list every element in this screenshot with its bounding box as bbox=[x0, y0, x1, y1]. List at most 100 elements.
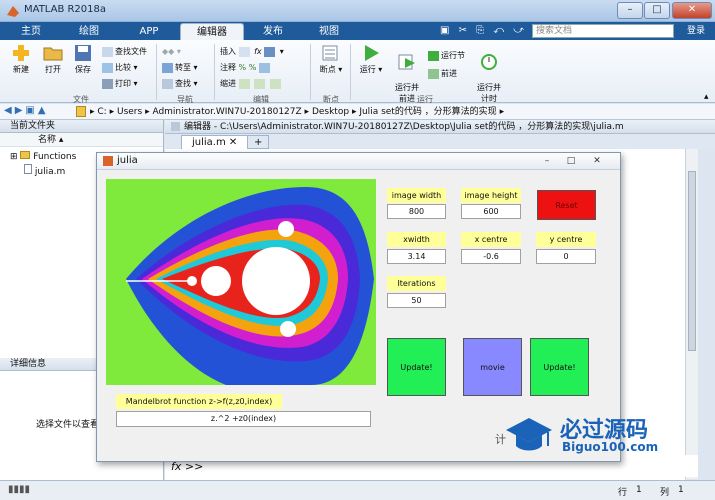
ribbon-collapse-icon[interactable]: ▴ bbox=[704, 92, 709, 102]
indent-button[interactable]: 缩进 bbox=[220, 78, 283, 90]
comment-button[interactable]: 注释 % % bbox=[220, 62, 272, 74]
update-button-right[interactable]: Update! bbox=[530, 338, 589, 396]
julia-title-bar: julia – □ ✕ bbox=[97, 153, 620, 170]
save-label: 保存 bbox=[75, 65, 91, 74]
compare-icon bbox=[102, 62, 113, 73]
mandelbrot-image bbox=[106, 179, 376, 385]
minimize-button[interactable]: – bbox=[617, 2, 643, 19]
breadcrumb-separator: ▸ bbox=[109, 107, 117, 117]
section-file: 文件 bbox=[73, 95, 89, 104]
print-label: 打印 bbox=[115, 79, 131, 88]
julia-minimize-button[interactable]: – bbox=[537, 155, 557, 168]
tab-editor[interactable]: 编辑器 bbox=[180, 23, 244, 40]
movie-button[interactable]: movie bbox=[463, 338, 522, 396]
x-centre-field[interactable]: -0.6 bbox=[461, 249, 521, 264]
scrollbar-thumb[interactable] bbox=[688, 171, 696, 351]
indent-label: 缩进 bbox=[220, 79, 236, 88]
find-icon bbox=[162, 78, 173, 89]
julia-maximize-button[interactable]: □ bbox=[561, 155, 581, 168]
find-label: 查找 bbox=[175, 79, 191, 88]
image-width-field[interactable]: 800 bbox=[387, 204, 446, 219]
tab-plots[interactable]: 绘图 bbox=[62, 23, 116, 40]
status-bar: ▮▮▮▮ 行 1 列 1 bbox=[0, 480, 715, 500]
nav-arrows-icon[interactable]: ◀▶▣▲ bbox=[4, 105, 49, 116]
breadcrumb-item[interactable]: Desktop bbox=[312, 107, 349, 117]
new-plus-icon bbox=[13, 45, 29, 61]
breadcrumb-item[interactable]: Users bbox=[117, 107, 142, 117]
details-text: 选择文件以查看 bbox=[36, 420, 100, 430]
find-files-button[interactable]: 查找文件 bbox=[102, 46, 147, 58]
breakpoint-button[interactable]: 断点 ▾ bbox=[314, 44, 348, 75]
tab-publish[interactable]: 发布 bbox=[248, 23, 298, 40]
breadcrumb-item[interactable]: Julia set的代码 ，分形算法的实现 bbox=[359, 107, 496, 117]
save-icon bbox=[75, 45, 91, 61]
ribbon-divider bbox=[214, 44, 215, 100]
open-button[interactable]: 打开 bbox=[36, 44, 70, 75]
close-button[interactable]: ✕ bbox=[672, 2, 712, 19]
update-button-left[interactable]: Update! bbox=[387, 338, 446, 396]
app-title: MATLAB R2018a bbox=[24, 4, 107, 15]
open-label: 打开 bbox=[45, 65, 61, 74]
add-tab-button[interactable]: + bbox=[247, 135, 270, 149]
run-time-label: 运行并 计时 bbox=[477, 83, 501, 103]
breadcrumb-item[interactable]: Administrator.WIN7U-20180127Z bbox=[152, 107, 301, 117]
tab-close-icon[interactable]: ✕ bbox=[229, 137, 237, 148]
expand-icon[interactable]: ⊞ bbox=[10, 152, 18, 162]
find-button[interactable]: 查找 ▾ bbox=[162, 78, 198, 90]
y-centre-field[interactable]: 0 bbox=[536, 249, 596, 264]
file-m-icon bbox=[24, 164, 32, 174]
insert-button[interactable]: 插入 fx ▾ bbox=[220, 46, 284, 58]
run-section-button[interactable]: 运行节 bbox=[428, 50, 465, 62]
folder-icon bbox=[20, 151, 31, 159]
breakpoint-icon bbox=[322, 45, 338, 61]
run-and-time-button[interactable]: 运行并 计时 bbox=[472, 44, 506, 104]
iterations-label: Iterations bbox=[387, 276, 446, 291]
run-time-icon bbox=[481, 54, 497, 70]
print-icon bbox=[102, 78, 113, 89]
tab-home[interactable]: 主页 bbox=[6, 23, 56, 40]
save-button[interactable]: 保存 bbox=[66, 44, 100, 75]
matlab-logo-icon bbox=[7, 6, 19, 17]
column-header-name[interactable]: 名称 ▴ bbox=[0, 133, 163, 147]
run-section-label: 运行节 bbox=[441, 51, 465, 60]
julia-close-button[interactable]: ✕ bbox=[587, 155, 607, 168]
item-name: julia.m bbox=[34, 167, 66, 177]
breadcrumb-item[interactable]: C: bbox=[97, 107, 106, 117]
goto-button[interactable]: 转至 ▾ bbox=[162, 62, 198, 74]
new-button[interactable]: 新建 bbox=[4, 44, 38, 75]
breakpoint-label: 断点 bbox=[319, 65, 336, 74]
watermark-caption: 计 bbox=[495, 433, 506, 446]
current-folder-title: 当前文件夹 bbox=[0, 120, 163, 133]
tab-julia-m[interactable]: julia.m ✕ bbox=[181, 135, 249, 149]
insert-func-icon bbox=[264, 46, 276, 57]
maximize-button[interactable]: □ bbox=[644, 2, 670, 19]
function-field[interactable]: z.^2 +z0(index) bbox=[116, 411, 371, 427]
breadcrumb-separator: ▸ bbox=[499, 107, 505, 117]
xwidth-field[interactable]: 3.14 bbox=[387, 249, 446, 264]
search-input[interactable]: 搜索文档 bbox=[532, 24, 674, 38]
login-button[interactable]: 登录 bbox=[680, 24, 712, 38]
folder-icon bbox=[76, 106, 86, 117]
folder-icon bbox=[43, 47, 63, 61]
tab-view[interactable]: 视图 bbox=[304, 23, 354, 40]
image-height-field[interactable]: 600 bbox=[461, 204, 521, 219]
quick-access-toolbar[interactable]: ▣ ✂ ⎘ ⤺ ⤻ ▾ bbox=[440, 25, 541, 36]
indent-icon bbox=[238, 78, 250, 89]
print-button[interactable]: 打印 ▾ bbox=[102, 78, 138, 90]
iterations-field[interactable]: 50 bbox=[387, 293, 446, 308]
breadcrumb[interactable]: ▸ C: ▸ Users ▸ Administrator.WIN7U-20180… bbox=[90, 104, 504, 120]
advance-button[interactable]: 前进 bbox=[428, 68, 457, 80]
run-button[interactable]: 运行 ▾ bbox=[354, 44, 388, 75]
nav-back-icon[interactable]: ◆◆ ▾ bbox=[162, 46, 181, 58]
tab-apps[interactable]: APP bbox=[122, 23, 176, 40]
editor-tab-bar: julia.m ✕ + bbox=[165, 134, 715, 149]
image-height-label: image height bbox=[461, 188, 521, 203]
julia-title: julia bbox=[117, 155, 138, 166]
compare-button[interactable]: 比较 ▾ bbox=[102, 62, 138, 74]
status-col-value: 1 bbox=[678, 485, 684, 495]
watermark: 计 必过源码 Biguo100.com bbox=[490, 412, 710, 464]
status-icons: ▮▮▮▮ bbox=[8, 484, 31, 495]
reset-button[interactable]: Reset bbox=[537, 190, 596, 220]
wrap-icon bbox=[258, 62, 270, 73]
status-row-value: 1 bbox=[636, 485, 642, 495]
